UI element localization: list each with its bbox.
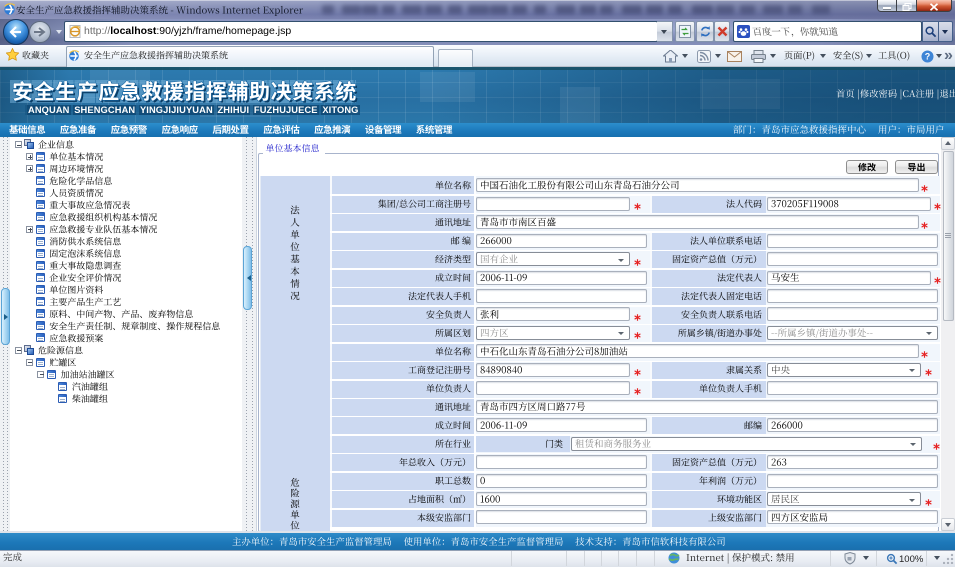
svg-text:?: ? (925, 52, 931, 62)
